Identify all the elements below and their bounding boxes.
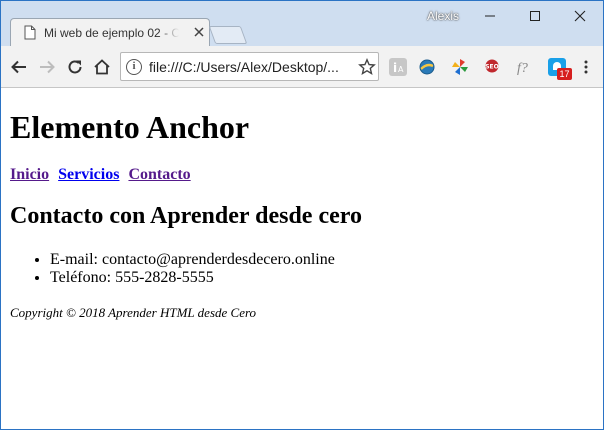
close-window-button[interactable] [557,1,603,31]
more-menu-icon[interactable] [581,59,591,75]
contact-list: E-mail: contacto@aprenderdesdecero.onlin… [50,251,335,287]
web-extension-icon[interactable] [418,58,436,76]
svg-text:i: i [393,61,397,75]
info-icon[interactable]: i [126,59,142,75]
pinwheel-icon [452,59,468,75]
svg-text:A: A [398,65,404,74]
notification-badge: 17 [557,68,572,80]
minimize-button[interactable] [467,1,513,31]
browser-toolbar: i file:///C:/Users/Alex/Desktop/... iA S… [1,46,603,88]
browser-window: Mi web de ejemplo 02 - Curso HTML Alexis [0,0,604,430]
reload-icon [68,60,82,74]
page-content: Elemento Anchor Inicio Servicios Contacto … [1,89,603,429]
contact-email: E-mail: contacto@aprenderdesdecero.onlin… [50,251,335,269]
address-bar[interactable]: i file:///C:/Users/Alex/Desktop/... [120,52,379,81]
globe-icon [419,59,435,75]
maximize-button[interactable] [512,1,558,31]
profile-name[interactable]: Alexis [427,9,459,23]
maximize-icon [530,11,540,21]
address-url[interactable]: file:///C:/Users/Alex/Desktop/... [149,59,339,75]
star-icon[interactable] [358,58,376,76]
arrow-right-icon [40,60,55,74]
document-icon [24,25,36,40]
section-heading: Contacto con Aprender desde cero [10,203,362,229]
arrow-left-icon [11,60,26,74]
close-icon [574,10,586,22]
pinwheel-extension-icon[interactable] [451,58,469,76]
close-tab-icon[interactable] [193,26,205,38]
browser-tab[interactable]: Mi web de ejemplo 02 - Curso HTML [10,18,210,46]
page-nav: Inicio Servicios Contacto [10,166,200,184]
contact-phone: Teléfono: 555-2828-5555 [50,269,335,287]
nav-link-servicios[interactable]: Servicios [58,166,119,183]
translate-glyph-icon: iA [393,61,404,75]
tab-title: Mi web de ejemplo 02 - Curso HTML [44,26,179,40]
reload-button[interactable] [65,57,85,77]
back-button[interactable] [9,57,29,77]
seo-icon: SEO [485,59,499,73]
home-button[interactable] [92,57,112,77]
function-extension-icon[interactable]: f? [515,58,533,76]
new-tab-button[interactable] [208,26,248,44]
forward-button[interactable] [37,57,57,77]
nav-link-contacto[interactable]: Contacto [128,166,190,183]
title-bar: Mi web de ejemplo 02 - Curso HTML Alexis [1,1,603,46]
home-icon [94,59,110,75]
function-icon: f? [517,61,528,76]
nav-link-inicio[interactable]: Inicio [10,166,49,183]
seo-extension-icon[interactable]: SEO [483,58,501,76]
page-title: Elemento Anchor [10,109,250,145]
seo-label: SEO [485,64,499,71]
minimize-icon [485,15,495,17]
translate-extension-icon[interactable]: iA [389,58,407,76]
copyright-footer: Copyright © 2018 Aprender HTML desde Cer… [10,305,257,320]
function-label: f? [517,61,528,76]
